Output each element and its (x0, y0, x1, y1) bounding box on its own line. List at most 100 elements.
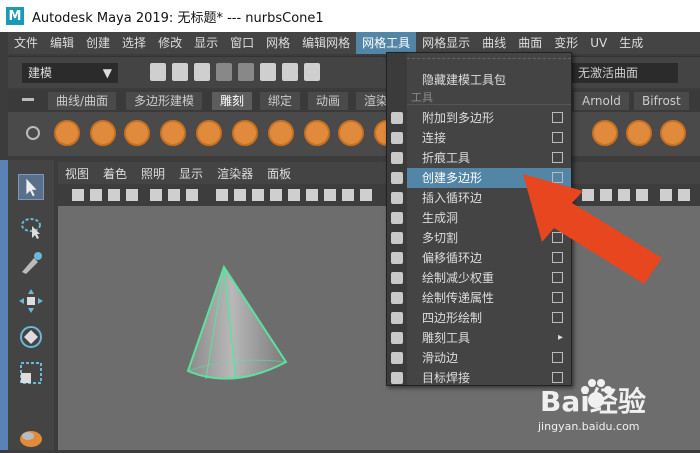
sculpt-brush-icon[interactable] (592, 120, 618, 146)
isolate-icon[interactable] (324, 189, 336, 201)
rotate-tool-icon[interactable] (18, 324, 44, 350)
menu-item-tool[interactable]: 四边形绘制 (407, 308, 571, 328)
menu-10[interactable]: 网格显示 (416, 32, 476, 54)
menu-item-tool[interactable]: 附加到多边形 (407, 108, 571, 128)
mode-selector-value: 建模 (28, 66, 53, 80)
new-scene-icon[interactable] (150, 63, 166, 81)
panel-menu-1[interactable]: 着色 (96, 165, 134, 182)
menu-14[interactable]: UV (584, 32, 613, 54)
menu-15[interactable]: 生成 (613, 32, 649, 54)
menu-item-tool[interactable]: 雕刻工具 ▸ (407, 328, 571, 348)
tearoff-line[interactable] (407, 58, 571, 62)
panel-menu-5[interactable]: 面板 (260, 165, 298, 182)
menu-5[interactable]: 显示 (188, 32, 224, 54)
shadows-icon[interactable] (288, 189, 300, 201)
sculpt-brush-icon[interactable] (196, 120, 222, 146)
shelf-tab-1[interactable]: 多边形建模 (126, 92, 203, 110)
image-plane-icon[interactable] (126, 189, 138, 201)
menu-2[interactable]: 创建 (80, 32, 116, 54)
last-tool-icon[interactable] (18, 426, 44, 452)
sculpt-brush-icon[interactable] (90, 120, 116, 146)
panel-menu-0[interactable]: 视图 (58, 165, 96, 182)
sculpt-brush-icon[interactable] (660, 120, 686, 146)
menu-item-tool[interactable]: 滑动边 (407, 348, 571, 368)
menu-item-tool[interactable]: 绘制传递属性 (407, 288, 571, 308)
sculpt-brush-icon[interactable] (124, 120, 150, 146)
menu-7[interactable]: 网格 (260, 32, 296, 54)
nurbs-cone[interactable] (186, 264, 288, 380)
film-gate-icon[interactable] (168, 189, 180, 201)
menu-0[interactable]: 文件 (8, 32, 44, 54)
menu-item-label: 生成洞 (422, 211, 459, 225)
nurbs-surface-field[interactable]: 无激活曲面 (572, 63, 678, 83)
panel-menu-2[interactable]: 照明 (134, 165, 172, 182)
scale-tool-icon[interactable] (18, 360, 44, 386)
lights-icon[interactable] (270, 189, 282, 201)
shelf-tab-2[interactable]: 雕刻 (212, 92, 253, 110)
menu-item-tool[interactable]: 连接 (407, 128, 571, 148)
baidu-watermark: Bai经验 jingyan.baidu.com (534, 374, 694, 434)
option-box-icon[interactable] (552, 132, 563, 143)
tool-icon (391, 252, 403, 264)
move-tool-icon[interactable] (18, 288, 44, 314)
textured-icon[interactable] (252, 189, 264, 201)
shelf-tab-7[interactable]: Bifrost (634, 92, 689, 110)
shelf-tab-3[interactable]: 绑定 (260, 92, 301, 110)
redo-icon[interactable] (238, 63, 254, 81)
shelf-tab-6[interactable]: Arnold (574, 92, 629, 110)
menu-8[interactable]: 编辑网格 (296, 32, 356, 54)
menu-6[interactable]: 窗口 (224, 32, 260, 54)
menu-4[interactable]: 修改 (152, 32, 188, 54)
sculpt-brush-icon[interactable] (626, 120, 652, 146)
sculpt-brush-icon[interactable] (304, 120, 330, 146)
grid-toggle-icon[interactable] (150, 189, 162, 201)
menu-1[interactable]: 编辑 (44, 32, 80, 54)
tool-icon (391, 192, 403, 204)
camera-icon[interactable] (72, 189, 84, 201)
lasso-tool-icon[interactable] (18, 214, 44, 240)
toolbox (8, 160, 54, 450)
annotation-arrow (523, 174, 662, 284)
wireframe-icon[interactable] (216, 189, 228, 201)
shelf-tab-4[interactable]: 动画 (308, 92, 349, 110)
xray-icon[interactable] (306, 189, 318, 201)
option-box-icon[interactable] (552, 152, 563, 163)
select-object-icon[interactable] (282, 63, 298, 81)
antialias-icon[interactable] (360, 189, 372, 201)
camera-attributes-icon[interactable] (90, 189, 102, 201)
menu-13[interactable]: 变形 (548, 32, 584, 54)
option-box-icon[interactable] (552, 312, 563, 323)
sculpt-brush-icon[interactable] (338, 120, 364, 146)
shelf-tab-0[interactable]: 曲线/曲面 (48, 92, 117, 110)
bookmark-icon[interactable] (108, 189, 120, 201)
shelf-menu-icon[interactable] (22, 98, 34, 101)
smooth-shade-icon[interactable] (234, 189, 246, 201)
menu-9[interactable]: 网格工具 (356, 32, 417, 54)
panel-menu-3[interactable]: 显示 (172, 165, 210, 182)
sculpt-brush-icon[interactable] (268, 120, 294, 146)
menu-12[interactable]: 曲面 (512, 32, 548, 54)
menu-item-hide-modeling-toolkit[interactable]: 隐藏建模工具包 (407, 70, 571, 90)
select-component-icon[interactable] (304, 63, 320, 81)
sculpt-brush-icon[interactable] (160, 120, 186, 146)
select-tool-icon[interactable] (18, 174, 44, 200)
option-box-icon[interactable] (552, 112, 563, 123)
sculpt-brush-icon[interactable] (232, 120, 258, 146)
open-scene-icon[interactable] (172, 63, 188, 81)
option-box-icon[interactable] (552, 292, 563, 303)
menu-item-tool[interactable]: 折痕工具 (407, 148, 571, 168)
select-hierarchy-icon[interactable] (260, 63, 276, 81)
panel-menu-4[interactable]: 渲染器 (210, 165, 260, 182)
mode-selector[interactable]: 建模 ▼ (22, 63, 118, 83)
paint-select-tool-icon[interactable] (18, 250, 44, 276)
option-box-icon[interactable] (552, 352, 563, 363)
save-scene-icon[interactable] (194, 63, 210, 81)
menu-item-label: 目标焊接 (422, 371, 471, 385)
menu-3[interactable]: 选择 (116, 32, 152, 54)
resolution-gate-icon[interactable] (186, 189, 198, 201)
gear-icon[interactable] (26, 126, 40, 140)
ambient-occlusion-icon[interactable] (342, 189, 354, 201)
menu-11[interactable]: 曲线 (476, 32, 512, 54)
undo-icon[interactable] (216, 63, 232, 81)
sculpt-brush-icon[interactable] (54, 120, 80, 146)
